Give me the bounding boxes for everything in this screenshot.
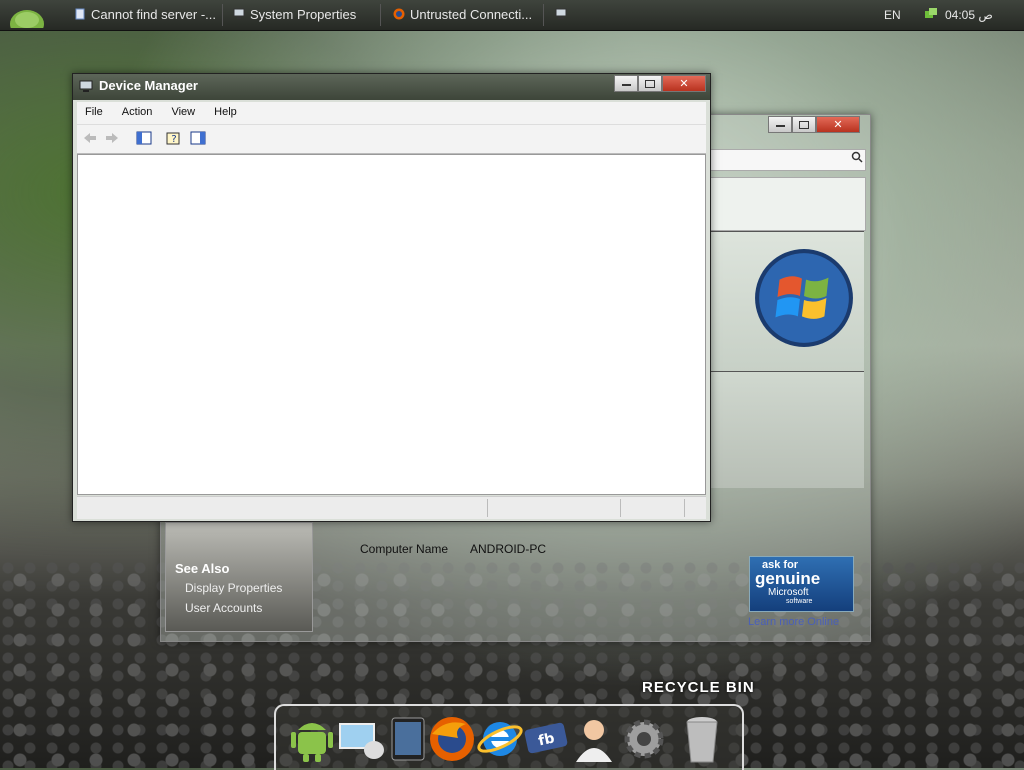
genuine-line3: Microsoft	[768, 587, 809, 598]
forward-arrow-icon[interactable]	[103, 130, 121, 146]
close-button[interactable]: ✕	[662, 75, 706, 92]
display-properties-link[interactable]: Display Properties	[185, 581, 282, 595]
genuine-line2: genuine	[755, 569, 821, 588]
maximize-icon	[799, 121, 809, 129]
menu-file[interactable]: File	[77, 102, 111, 122]
page-icon	[75, 8, 85, 20]
svg-text:?: ?	[171, 134, 176, 145]
taskbar: Cannot find server -... System Propertie…	[0, 0, 1024, 31]
user-accounts-link[interactable]: User Accounts	[185, 601, 262, 615]
close-icon: ✕	[679, 78, 689, 90]
task-separator	[543, 4, 544, 26]
computer-name-label: Computer Name	[360, 542, 449, 556]
genuine-microsoft-badge[interactable]: ask for genuine Microsoft software	[749, 556, 854, 612]
device-tree-area[interactable]	[77, 154, 706, 495]
task-label: System Properties	[250, 7, 357, 22]
android-icon[interactable]	[288, 714, 336, 764]
dock: fb	[274, 704, 744, 770]
computer-name-value: ANDROID-PC	[470, 542, 547, 556]
network-icon[interactable]	[338, 714, 386, 764]
search-icon[interactable]	[851, 151, 863, 163]
task-separator	[222, 4, 223, 26]
maximize-button[interactable]	[792, 116, 816, 133]
user-icon[interactable]	[570, 714, 618, 764]
header-panel	[709, 177, 866, 231]
facebook-icon[interactable]: fb	[522, 714, 570, 764]
status-bar	[77, 496, 706, 519]
window-title: Device Manager	[99, 78, 198, 93]
task-label: Cannot find server -...	[91, 7, 216, 22]
minimize-button[interactable]	[768, 116, 792, 133]
close-icon: ✕	[833, 119, 843, 131]
search-input[interactable]	[709, 149, 866, 171]
back-arrow-icon[interactable]	[81, 130, 99, 146]
maximize-button[interactable]	[638, 75, 662, 92]
task-device-manager[interactable]	[555, 4, 572, 26]
svg-text:fb: fb	[537, 730, 556, 749]
device-manager-icon	[555, 8, 567, 19]
internet-explorer-icon[interactable]	[476, 714, 524, 764]
device-manager-window: Device Manager ✕ File Action View Help ?	[72, 73, 711, 522]
maximize-icon	[645, 80, 655, 88]
language-indicator[interactable]: EN	[884, 4, 901, 26]
device-manager-titlebar[interactable]: Device Manager ✕	[73, 74, 710, 100]
task-cannot-find-server[interactable]: Cannot find server -...	[74, 4, 216, 26]
task-separator	[380, 4, 381, 26]
menu-view[interactable]: View	[163, 102, 203, 122]
menu-action[interactable]: Action	[114, 102, 161, 122]
settings-gear-icon[interactable]	[620, 714, 668, 764]
computer-icon	[233, 8, 245, 19]
task-system-properties[interactable]: System Properties	[233, 4, 356, 26]
task-untrusted-connection[interactable]: Untrusted Connecti...	[393, 4, 532, 26]
window-controls: ✕	[768, 116, 860, 133]
close-button[interactable]: ✕	[816, 116, 860, 133]
recycle-bin-label[interactable]: RECYCLE BIN	[642, 679, 755, 696]
windows-logo-icon	[755, 249, 853, 347]
info-panel	[709, 371, 864, 488]
properties-help-icon[interactable]: ?	[165, 130, 183, 146]
see-also-heading: See Also	[175, 561, 230, 576]
genuine-line4: software	[786, 598, 813, 605]
task-label: Untrusted Connecti...	[410, 7, 533, 22]
firefox-icon	[393, 8, 405, 20]
window-controls: ✕	[614, 75, 706, 92]
show-hide-action-pane-icon[interactable]	[189, 130, 207, 146]
menu-bar: File Action View Help	[77, 102, 706, 125]
minimize-icon	[775, 125, 785, 127]
learn-more-online-link[interactable]: Learn more Online	[748, 616, 839, 628]
clock[interactable]: 04:05 ص	[945, 4, 993, 26]
recycle-bin-icon[interactable]	[680, 714, 728, 764]
toolbar: ?	[77, 125, 706, 155]
start-orb-icon[interactable]	[8, 2, 46, 28]
minimize-icon	[621, 84, 631, 86]
show-hide-console-tree-icon[interactable]	[135, 130, 153, 146]
minimize-button[interactable]	[614, 75, 638, 92]
network-tray-icon[interactable]	[924, 7, 938, 21]
tablet-icon[interactable]	[384, 714, 432, 764]
see-also-panel	[165, 522, 313, 632]
menu-help[interactable]: Help	[206, 102, 245, 122]
firefox-icon[interactable]	[428, 714, 476, 764]
device-manager-icon	[79, 80, 93, 92]
